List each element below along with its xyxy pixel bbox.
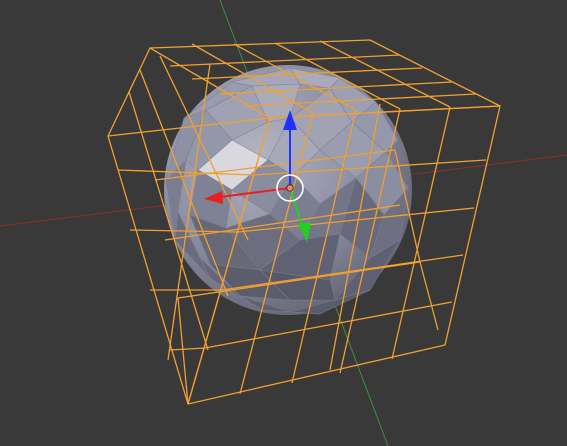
pivot-center-dot	[286, 184, 294, 192]
3d-viewport[interactable]	[0, 0, 567, 446]
viewport-canvas[interactable]	[0, 0, 567, 446]
